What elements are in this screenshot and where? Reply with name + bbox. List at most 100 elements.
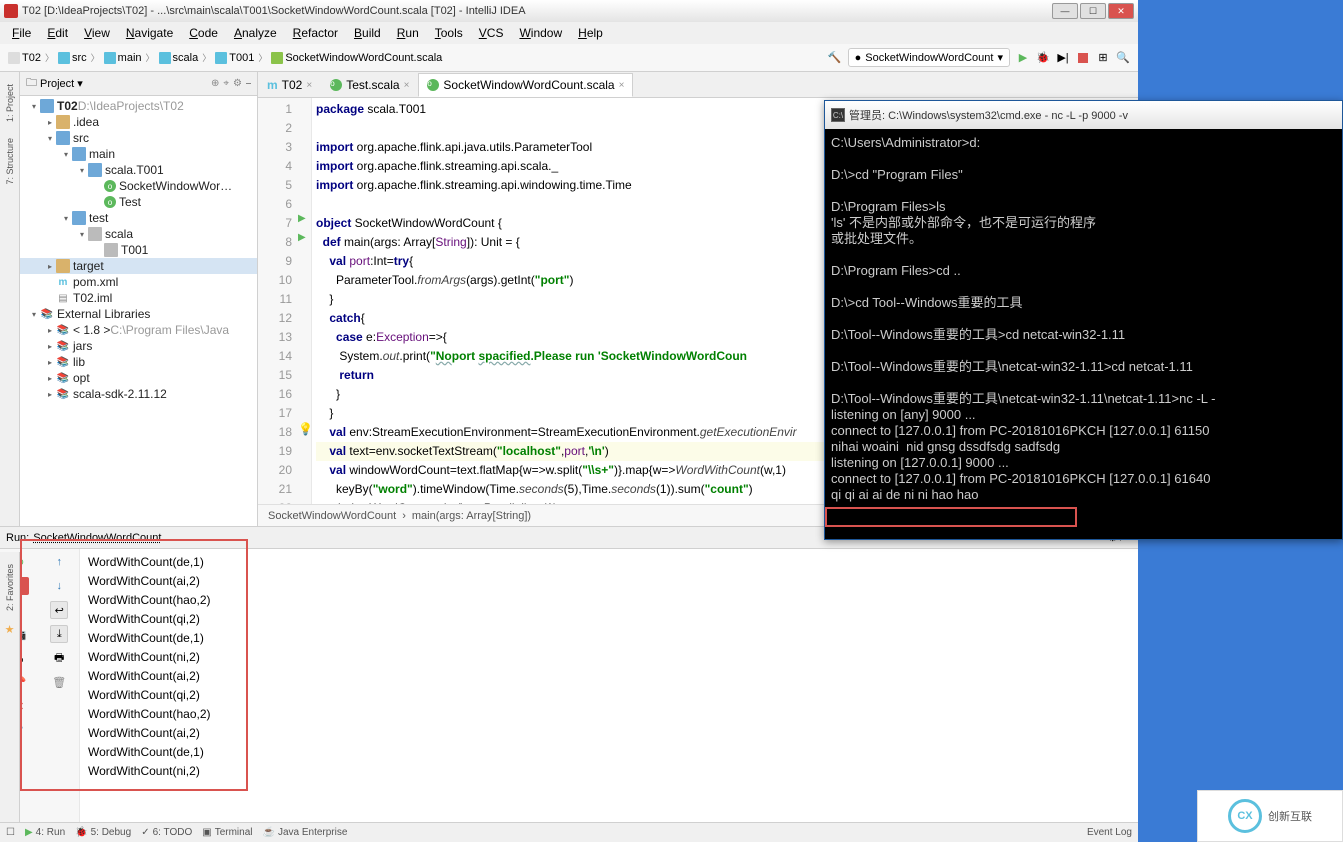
collapse-icon[interactable]: ⊕	[211, 78, 219, 89]
breadcrumb-item[interactable]: SocketWindowWordCount.scala	[271, 52, 442, 64]
event-log[interactable]: Event Log	[1087, 827, 1132, 838]
chevron-right-icon: 〉	[258, 51, 267, 64]
status-run-tab[interactable]: ▶4: Run	[25, 827, 65, 838]
tree-node[interactable]: T001	[20, 242, 257, 258]
menu-build[interactable]: Build	[346, 24, 389, 42]
status-debug-tab[interactable]: 🐞5: Debug	[75, 827, 131, 838]
tree-node[interactable]: ▸.idea	[20, 114, 257, 130]
chevron-right-icon: 〉	[202, 51, 211, 64]
hide-icon[interactable]: ⎯	[246, 78, 251, 89]
tab-close-icon[interactable]: ×	[404, 80, 410, 91]
cmd-title-text: 管理员: C:\Windows\system32\cmd.exe - nc -L…	[849, 107, 1128, 123]
breadcrumb-item[interactable]: main	[104, 52, 142, 64]
tree-node[interactable]: oSocketWindowWor…	[20, 178, 257, 194]
structure-tool-tab[interactable]: 7: Structure	[3, 130, 17, 193]
status-todo-tab[interactable]: ✓6: TODO	[141, 827, 192, 838]
run-output[interactable]: WordWithCount(de,1)WordWithCount(ai,2)Wo…	[80, 549, 1138, 822]
cmd-body[interactable]: C:\Users\Administrator>d: D:\>cd "Progra…	[825, 129, 1342, 539]
run-button[interactable]: ▶	[1016, 51, 1030, 65]
menu-run[interactable]: Run	[389, 24, 427, 42]
menu-navigate[interactable]: Navigate	[118, 24, 181, 42]
breadcrumb-item[interactable]: src	[58, 52, 87, 64]
menu-help[interactable]: Help	[570, 24, 611, 42]
nav-breadcrumb: T02〉src〉main〉scala〉T001〉SocketWindowWord…	[8, 51, 824, 64]
line-number-gutter: 12345678910111213141516171819202122	[258, 98, 298, 504]
stop-button[interactable]	[1076, 51, 1090, 65]
highlight-box	[825, 507, 1077, 527]
up-icon[interactable]: ↑	[50, 553, 68, 571]
tab-close-icon[interactable]: ×	[619, 80, 625, 91]
menu-edit[interactable]: Edit	[39, 24, 76, 42]
breadcrumb-item[interactable]: SocketWindowWordCount	[268, 510, 396, 522]
project-tool-tab[interactable]: 1: Project	[3, 76, 17, 130]
menu-analyze[interactable]: Analyze	[226, 24, 285, 42]
softwrap-icon[interactable]: ↩	[50, 601, 68, 619]
editor-tab[interactable]: mT02×	[258, 73, 321, 97]
minimize-button[interactable]: —	[1052, 3, 1078, 19]
tree-node[interactable]: mpom.xml	[20, 274, 257, 290]
menu-window[interactable]: Window	[511, 24, 570, 42]
tree-node[interactable]: ▾main	[20, 146, 257, 162]
clear-icon[interactable]: 🗑	[50, 673, 68, 691]
status-javaee-tab[interactable]: ☕Java Enterprise	[262, 827, 347, 838]
print-icon[interactable]: 🖶	[50, 649, 68, 667]
run-config-icon: ●	[855, 52, 862, 64]
maximize-button[interactable]: ☐	[1080, 3, 1106, 19]
run-gutter-icon[interactable]: ▶	[298, 213, 306, 224]
editor-tab[interactable]: oSocketWindowWordCount.scala×	[418, 73, 633, 97]
menu-view[interactable]: View	[76, 24, 118, 42]
menu-file[interactable]: File	[4, 24, 39, 42]
menu-refactor[interactable]: Refactor	[285, 24, 346, 42]
tree-node[interactable]: ▸📚opt	[20, 370, 257, 386]
menu-tools[interactable]: Tools	[427, 24, 471, 42]
tab-close-icon[interactable]: ×	[306, 80, 312, 91]
tree-node[interactable]: ▾scala	[20, 226, 257, 242]
bulb-icon[interactable]: 💡	[298, 422, 313, 436]
scroll-icon[interactable]: ⤓	[50, 625, 68, 643]
cmd-titlebar: C:\ 管理员: C:\Windows\system32\cmd.exe - n…	[825, 101, 1342, 129]
chevron-down-icon: ▾	[77, 77, 83, 90]
status-menu-icon[interactable]: ☐	[6, 827, 15, 838]
breadcrumb-item[interactable]: main(args: Array[String])	[412, 510, 531, 522]
tree-node[interactable]: ▾test	[20, 210, 257, 226]
tree-node[interactable]: ▾src	[20, 130, 257, 146]
locate-icon[interactable]: ⌖	[223, 78, 229, 89]
tree-node[interactable]: ▸📚jars	[20, 338, 257, 354]
cmd-window: C:\ 管理员: C:\Windows\system32\cmd.exe - n…	[824, 100, 1343, 540]
tree-node[interactable]: ▸📚lib	[20, 354, 257, 370]
run-gutter-icon[interactable]: ▶	[298, 232, 306, 243]
favorites-tool-tab[interactable]: 2: Favorites	[3, 556, 17, 619]
tree-node[interactable]: ▸📚< 1.8 > C:\Program Files\Java	[20, 322, 257, 338]
project-panel-title[interactable]: 🗀 Project ▾	[26, 74, 207, 93]
toolbar: T02〉src〉main〉scala〉T001〉SocketWindowWord…	[0, 44, 1138, 72]
breadcrumb-item[interactable]: scala	[159, 52, 199, 64]
structure-icon[interactable]: ⊞	[1096, 51, 1110, 65]
tree-node[interactable]: oTest	[20, 194, 257, 210]
tree-node[interactable]: ▾T02 D:\IdeaProjects\T02	[20, 98, 257, 114]
down-icon[interactable]: ↓	[50, 577, 68, 595]
debug-button[interactable]: 🐞	[1036, 51, 1050, 65]
chevron-right-icon: 〉	[91, 51, 100, 64]
editor-tab[interactable]: oTest.scala×	[321, 73, 418, 97]
run-config-dropdown[interactable]: ● SocketWindowWordCount ▾	[848, 48, 1010, 67]
tree-node[interactable]: ▤T02.iml	[20, 290, 257, 306]
project-tree[interactable]: ▾T02 D:\IdeaProjects\T02▸.idea▾src▾main▾…	[20, 96, 257, 526]
breadcrumb-item[interactable]: T02	[8, 52, 41, 64]
tree-node[interactable]: ▸target	[20, 258, 257, 274]
menu-code[interactable]: Code	[181, 24, 226, 42]
status-terminal-tab[interactable]: ▣Terminal	[202, 827, 252, 838]
tree-node[interactable]: ▾📚External Libraries	[20, 306, 257, 322]
menu-vcs[interactable]: VCS	[471, 24, 512, 42]
editor-tab-bar: mT02×oTest.scala×oSocketWindowWordCount.…	[258, 72, 1138, 98]
tree-node[interactable]: ▸📚scala-sdk-2.11.12	[20, 386, 257, 402]
run-header-prefix: Run:	[6, 532, 29, 544]
close-button[interactable]: ✕	[1108, 3, 1134, 19]
run-header-config[interactable]: SocketWindowWordCount	[33, 532, 161, 544]
breadcrumb-item[interactable]: T001	[215, 52, 254, 64]
tree-node[interactable]: ▾scala.T001	[20, 162, 257, 178]
coverage-button[interactable]: ▶|	[1056, 51, 1070, 65]
star-icon[interactable]: ★	[5, 623, 15, 636]
hammer-icon[interactable]: 🔨	[828, 51, 842, 65]
gear-icon[interactable]: ⚙	[233, 78, 242, 89]
search-icon[interactable]: 🔍	[1116, 51, 1130, 65]
